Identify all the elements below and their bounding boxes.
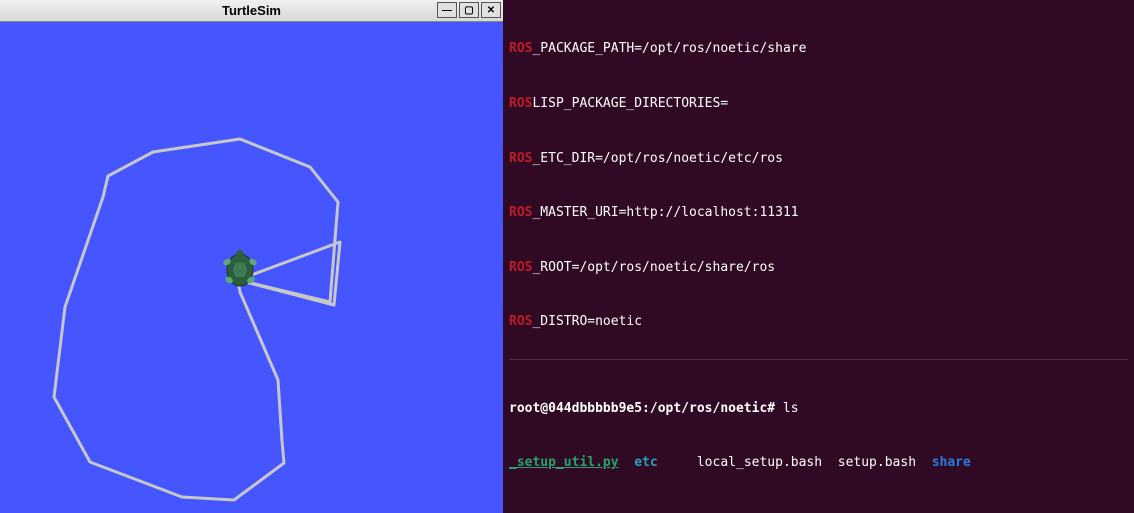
env-line: ROS_MASTER_URI=http://localhost:11311 <box>509 204 1128 222</box>
ls-output: _setup_util.py etc local_setup.bash setu… <box>509 454 1128 472</box>
turtlesim-window: TurtleSim — ▢ ✕ <box>0 0 503 513</box>
env-line: ROS_ROOT=/opt/ros/noetic/share/ros <box>509 259 1128 277</box>
terminal-panel[interactable]: ROS_PACKAGE_PATH=/opt/ros/noetic/share R… <box>503 0 1134 513</box>
terminal-bottom[interactable]: root@044dbbbbb9e5:/opt/ros/noetic# ls _s… <box>509 359 1128 510</box>
terminal-top[interactable]: ROS_PACKAGE_PATH=/opt/ros/noetic/share R… <box>509 4 1128 355</box>
turtle-icon <box>222 250 258 286</box>
env-line: ROSLISP_PACKAGE_DIRECTORIES= <box>509 95 1128 113</box>
env-line: ROS_DISTRO=noetic <box>509 313 1128 331</box>
turtlesim-canvas[interactable] <box>0 22 503 513</box>
window-title: TurtleSim <box>222 3 281 18</box>
minimize-button[interactable]: — <box>437 2 457 18</box>
window-buttons: — ▢ ✕ <box>437 2 501 18</box>
turtle-trail <box>54 139 340 500</box>
titlebar[interactable]: TurtleSim — ▢ ✕ <box>0 0 503 22</box>
env-line: ROS_ETC_DIR=/opt/ros/noetic/etc/ros <box>509 150 1128 168</box>
close-button[interactable]: ✕ <box>481 2 501 18</box>
command-line: root@044dbbbbb9e5:/opt/ros/noetic# ls <box>509 400 1128 418</box>
env-line: ROS_PACKAGE_PATH=/opt/ros/noetic/share <box>509 40 1128 58</box>
turtle-path-svg <box>0 22 503 513</box>
maximize-button[interactable]: ▢ <box>459 2 479 18</box>
